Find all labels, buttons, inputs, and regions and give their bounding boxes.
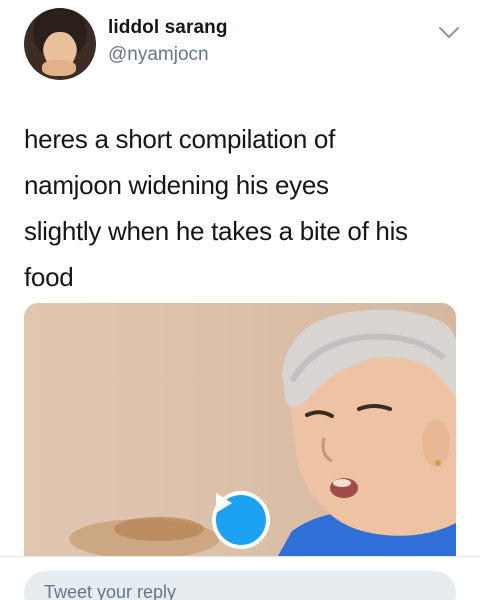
tweet-text-line: heres a short compilation of	[24, 124, 335, 154]
tweet-header: liddol sarang @nyamjocn	[0, 0, 480, 100]
author-handle[interactable]: @nyamjocn	[108, 44, 209, 66]
play-icon-circle	[216, 493, 266, 545]
reply-bar: Tweet your reply	[0, 557, 480, 600]
tweet-text: heres a short compilation of namjoon wid…	[24, 116, 464, 300]
video-thumbnail[interactable]	[24, 303, 456, 563]
tweet-text-line: namjoon widening his eyes	[24, 170, 329, 200]
play-icon	[216, 493, 232, 513]
tweet-text-line: slightly when he takes a bite of his	[24, 216, 408, 246]
reply-input[interactable]: Tweet your reply	[24, 571, 456, 600]
author-name[interactable]: liddol sarang	[108, 17, 228, 39]
avatar[interactable]	[24, 8, 96, 80]
play-button[interactable]	[212, 491, 270, 549]
chevron-down-icon[interactable]	[438, 26, 460, 40]
tweet-text-line: food	[24, 262, 74, 292]
avatar-hand	[42, 60, 76, 76]
